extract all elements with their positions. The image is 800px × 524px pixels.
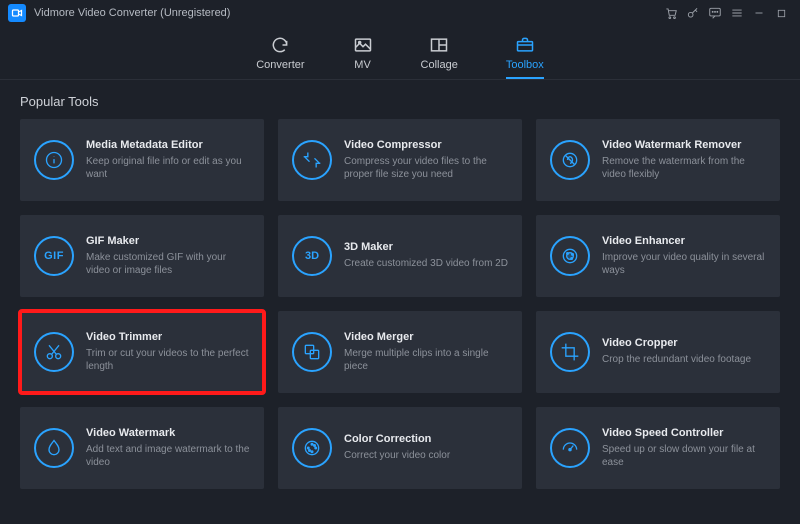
tool-desc: Trim or cut your videos to the perfect l…: [86, 347, 250, 374]
nav-label: Toolbox: [506, 59, 544, 71]
image-icon: [353, 35, 373, 55]
nav-collage[interactable]: Collage: [421, 35, 458, 79]
tool-title: Video Trimmer: [86, 331, 250, 343]
tool-card[interactable]: Media Metadata Editor Keep original file …: [20, 119, 264, 201]
enhance-icon: [550, 236, 590, 276]
tool-card[interactable]: 3D 3D Maker Create customized 3D video fro…: [278, 215, 522, 297]
tool-text: Media Metadata Editor Keep original file …: [86, 139, 250, 182]
tool-title: Video Compressor: [344, 139, 508, 151]
watermark-icon: [34, 428, 74, 468]
no-watermark-icon: [550, 140, 590, 180]
section-title: Popular Tools: [0, 80, 800, 119]
tool-desc: Crop the redundant video footage: [602, 353, 766, 367]
tool-card[interactable]: Video Cropper Crop the redundant video fo…: [536, 311, 780, 393]
info-icon: [34, 140, 74, 180]
tool-title: Color Correction: [344, 433, 508, 445]
minimize-icon[interactable]: [748, 2, 770, 24]
merge-icon: [292, 332, 332, 372]
tool-desc: Compress your video files to the proper …: [344, 155, 508, 182]
tool-text: Video Merger Merge multiple clips into a …: [344, 331, 508, 374]
compress-icon: [292, 140, 332, 180]
tool-title: Video Enhancer: [602, 235, 766, 247]
tool-title: Video Watermark: [86, 427, 250, 439]
tool-desc: Speed up or slow down your file at ease: [602, 443, 766, 470]
tool-card[interactable]: Video Trimmer Trim or cut your videos to …: [20, 311, 264, 393]
tool-text: Video Watermark Add text and image waterm…: [86, 427, 250, 470]
tool-desc: Keep original file info or edit as you w…: [86, 155, 250, 182]
tool-card[interactable]: Video Speed Controller Speed up or slow d…: [536, 407, 780, 489]
tool-text: Color Correction Correct your video color: [344, 433, 508, 463]
tool-text: Video Compressor Compress your video file…: [344, 139, 508, 182]
titlebar: Vidmore Video Converter (Unregistered): [0, 0, 800, 26]
nav-converter[interactable]: Converter: [256, 35, 304, 79]
grid-icon: [429, 35, 449, 55]
tool-desc: Correct your video color: [344, 449, 508, 463]
tool-title: Media Metadata Editor: [86, 139, 250, 151]
app-logo: [8, 4, 26, 22]
tool-title: 3D Maker: [344, 241, 508, 253]
tool-title: Video Speed Controller: [602, 427, 766, 439]
color-icon: [292, 428, 332, 468]
gif-icon: GIF: [34, 236, 74, 276]
tool-title: Video Watermark Remover: [602, 139, 766, 151]
key-icon[interactable]: [682, 2, 704, 24]
nav-mv[interactable]: MV: [353, 35, 373, 79]
tool-desc: Improve your video quality in several wa…: [602, 251, 766, 278]
tool-card[interactable]: Video Compressor Compress your video file…: [278, 119, 522, 201]
nav-label: MV: [354, 59, 371, 71]
tool-text: GIF Maker Make customized GIF with your v…: [86, 235, 250, 278]
menu-icon[interactable]: [726, 2, 748, 24]
tool-card[interactable]: Video Watermark Add text and image waterm…: [20, 407, 264, 489]
tool-desc: Remove the watermark from the video flex…: [602, 155, 766, 182]
nav-label: Converter: [256, 59, 304, 71]
tool-desc: Make customized GIF with your video or i…: [86, 251, 250, 278]
tool-text: Video Enhancer Improve your video quality…: [602, 235, 766, 278]
tool-desc: Merge multiple clips into a single piece: [344, 347, 508, 374]
tool-card[interactable]: Color Correction Correct your video color: [278, 407, 522, 489]
tool-text: Video Trimmer Trim or cut your videos to …: [86, 331, 250, 374]
nav-toolbox[interactable]: Toolbox: [506, 35, 544, 79]
speed-icon: [550, 428, 590, 468]
cart-icon[interactable]: [660, 2, 682, 24]
tool-desc: Add text and image watermark to the vide…: [86, 443, 250, 470]
refresh-icon: [270, 35, 290, 55]
tool-card[interactable]: GIF GIF Maker Make customized GIF with you…: [20, 215, 264, 297]
tools-grid: Media Metadata Editor Keep original file …: [0, 119, 800, 505]
tool-text: 3D Maker Create customized 3D video from …: [344, 241, 508, 271]
app-title: Vidmore Video Converter (Unregistered): [34, 7, 230, 19]
crop-icon: [550, 332, 590, 372]
tool-title: Video Cropper: [602, 337, 766, 349]
nav-label: Collage: [421, 59, 458, 71]
tool-title: Video Merger: [344, 331, 508, 343]
feedback-icon[interactable]: [704, 2, 726, 24]
toolbox-icon: [515, 35, 535, 55]
tool-text: Video Speed Controller Speed up or slow d…: [602, 427, 766, 470]
tool-card[interactable]: Video Merger Merge multiple clips into a …: [278, 311, 522, 393]
trim-icon: [34, 332, 74, 372]
navbar: Converter MV Collage Toolbox: [0, 26, 800, 80]
tool-title: GIF Maker: [86, 235, 250, 247]
tool-text: Video Watermark Remover Remove the waterm…: [602, 139, 766, 182]
tool-card[interactable]: Video Watermark Remover Remove the waterm…: [536, 119, 780, 201]
3d-icon: 3D: [292, 236, 332, 276]
tool-card[interactable]: Video Enhancer Improve your video quality…: [536, 215, 780, 297]
tool-text: Video Cropper Crop the redundant video fo…: [602, 337, 766, 367]
tool-desc: Create customized 3D video from 2D: [344, 257, 508, 271]
maximize-icon[interactable]: [770, 2, 792, 24]
